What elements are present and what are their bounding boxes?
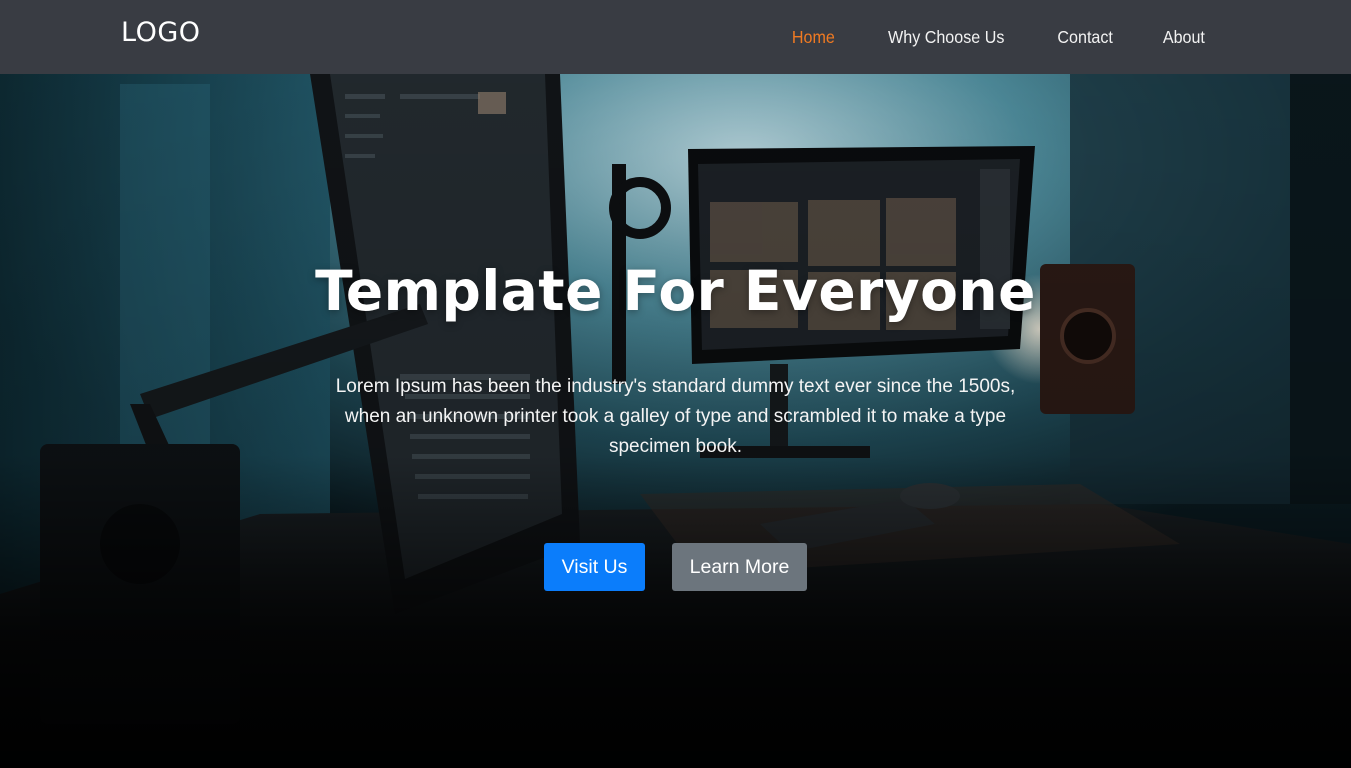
visit-us-button[interactable]: Visit Us bbox=[544, 543, 645, 591]
nav-links: Home Why Choose Us Contact About bbox=[790, 0, 1207, 74]
navbar: LOGO Home Why Choose Us Contact About bbox=[0, 0, 1351, 74]
hero-section: Template For Everyone Lorem Ipsum has be… bbox=[0, 74, 1351, 768]
nav-link-contact[interactable]: Contact bbox=[1057, 27, 1112, 48]
nav-link-about[interactable]: About bbox=[1163, 27, 1205, 48]
nav-link-home[interactable]: Home bbox=[792, 27, 835, 48]
hero-buttons: Visit Us Learn More bbox=[0, 543, 1351, 591]
learn-more-button[interactable]: Learn More bbox=[672, 543, 807, 591]
logo[interactable]: LOGO bbox=[121, 17, 201, 48]
hero-title: Template For Everyone bbox=[315, 259, 1036, 323]
hero-description: Lorem Ipsum has been the industry's stan… bbox=[335, 376, 1016, 457]
nav-link-why-choose-us[interactable]: Why Choose Us bbox=[888, 27, 1004, 48]
